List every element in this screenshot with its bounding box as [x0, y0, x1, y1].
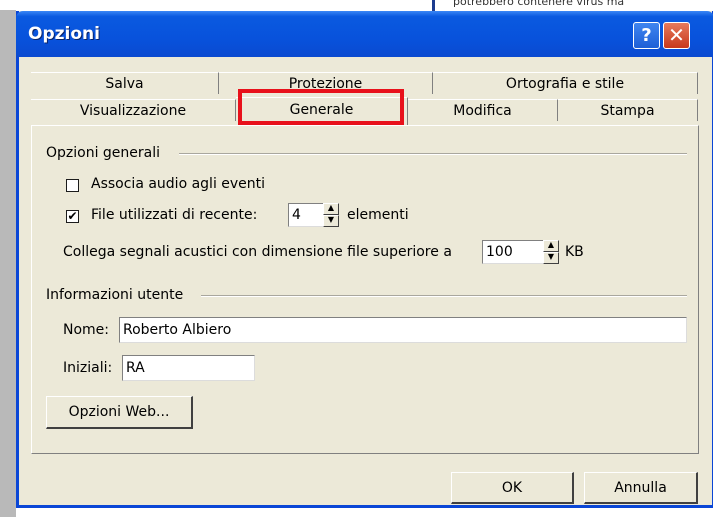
group-divider	[179, 153, 687, 155]
audio-events-label: Associa audio agli eventi	[91, 176, 266, 192]
background-shade	[0, 10, 16, 517]
user-info-heading: Informazioni utente	[46, 287, 190, 303]
initials-label: Iniziali:	[63, 360, 113, 376]
stepper-up-icon[interactable]: ▲	[543, 240, 559, 252]
tab-protezione[interactable]: Protezione	[219, 72, 433, 94]
web-options-button[interactable]: Opzioni Web...	[46, 396, 193, 429]
help-icon: ?	[641, 25, 652, 46]
sound-link-size-stepper[interactable]: ▲ ▼	[543, 240, 559, 264]
name-input[interactable]	[119, 317, 687, 343]
options-dialog: Opzioni ? ✕ Salva Protezione Ortografia …	[16, 11, 713, 508]
group-divider	[201, 295, 687, 297]
tab-generale[interactable]: Generale	[236, 97, 408, 125]
sound-link-unit: KB	[565, 244, 584, 260]
tab-ortografia-e-stile[interactable]: Ortografia e stile	[433, 72, 698, 94]
recent-files-count-input[interactable]	[288, 203, 324, 227]
background-document-text: potrebbero contenere virus ma	[453, 0, 625, 8]
recent-files-checkbox[interactable]: ✔	[66, 210, 79, 223]
sound-link-label: Collega segnali acustici con dimensione …	[63, 244, 452, 260]
close-icon: ✕	[668, 23, 685, 47]
dialog-title: Opzioni	[28, 24, 100, 44]
title-bar[interactable]: Opzioni ? ✕	[16, 11, 713, 57]
recent-files-label: File utilizzati di recente:	[91, 207, 258, 223]
recent-files-suffix: elementi	[347, 207, 409, 223]
sound-link-size-input[interactable]	[482, 240, 544, 264]
help-button[interactable]: ?	[633, 22, 660, 49]
stepper-up-icon[interactable]: ▲	[323, 203, 339, 215]
recent-files-stepper[interactable]: ▲ ▼	[323, 203, 339, 227]
stepper-down-icon[interactable]: ▼	[543, 252, 559, 264]
tab-modifica[interactable]: Modifica	[408, 99, 558, 121]
check-icon: ✔	[67, 209, 78, 223]
close-button[interactable]: ✕	[663, 22, 690, 49]
general-options-heading: Opzioni generali	[46, 145, 167, 161]
initials-input[interactable]	[122, 355, 255, 381]
tab-visualizzazione[interactable]: Visualizzazione	[31, 99, 236, 121]
cancel-button[interactable]: Annulla	[584, 472, 698, 504]
ok-button[interactable]: OK	[451, 472, 574, 504]
tab-stampa[interactable]: Stampa	[558, 99, 698, 121]
tab-salva[interactable]: Salva	[31, 72, 219, 94]
name-label: Nome:	[63, 322, 110, 338]
audio-events-checkbox[interactable]	[66, 179, 79, 192]
stepper-down-icon[interactable]: ▼	[323, 215, 339, 227]
